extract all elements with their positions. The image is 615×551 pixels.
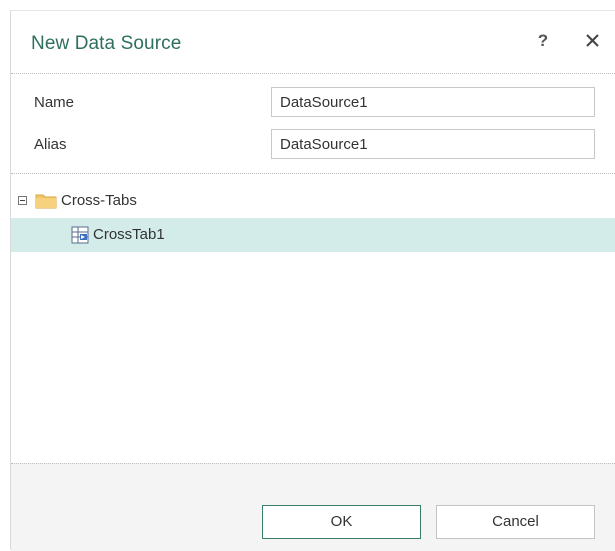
tree-folder-cross-tabs[interactable]: Cross-Tabs (11, 184, 615, 218)
crosstab-icon (71, 226, 89, 244)
folder-icon (35, 193, 57, 209)
dialog-titlebar: New Data Source ? (11, 11, 615, 73)
ok-button[interactable]: OK (262, 505, 421, 539)
dialog-title: New Data Source (31, 33, 182, 54)
collapse-icon[interactable] (18, 196, 27, 205)
tree-item-crosstab1[interactable]: CrossTab1 (11, 218, 615, 252)
help-button[interactable]: ? (536, 29, 550, 53)
name-label: Name (34, 94, 75, 111)
close-icon[interactable] (583, 31, 603, 51)
alias-label: Alias (34, 136, 67, 153)
cancel-button[interactable]: Cancel (436, 505, 595, 539)
title-divider (11, 73, 615, 74)
footer-divider (11, 463, 615, 464)
tree-folder-label: Cross-Tabs (61, 192, 137, 209)
alias-input[interactable] (271, 129, 595, 159)
name-input[interactable] (271, 87, 595, 117)
tree-item-label: CrossTab1 (93, 226, 165, 243)
new-data-source-dialog: New Data Source ? Name Alias Cross-Tabs (10, 10, 615, 551)
properties-divider (11, 173, 615, 174)
